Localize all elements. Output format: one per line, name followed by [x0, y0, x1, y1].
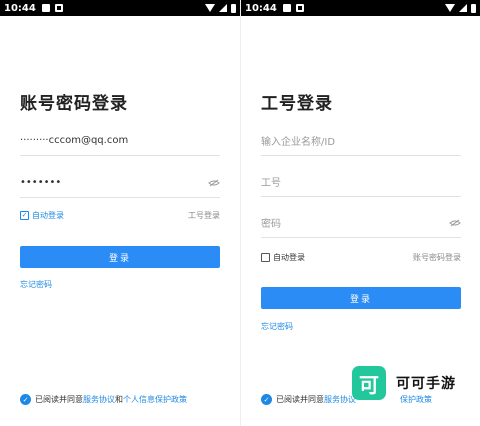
account-field[interactable]: ·········cccom@qq.com [20, 126, 220, 156]
page-title: 工号登录 [261, 94, 333, 114]
status-bar: 10:44 [0, 0, 240, 16]
agree-check-icon[interactable]: ✓ [20, 394, 31, 405]
notification-icon [282, 4, 291, 12]
auto-login-label: 自动登录 [32, 211, 64, 220]
page-title: 账号密码登录 [20, 94, 128, 114]
status-time: 10:44 [4, 2, 36, 14]
employee-login-screen: 10:44 工号登录 输入企业名称/ID 工号 密码 自动登录 账号密码登录 登… [240, 0, 480, 426]
company-placeholder: 输入企业名称/ID [261, 137, 336, 148]
auto-login-checkbox[interactable] [261, 253, 270, 262]
eye-off-icon[interactable] [208, 179, 220, 187]
eye-off-icon[interactable] [449, 219, 461, 227]
password-field[interactable]: 密码 [261, 208, 461, 238]
options-row: ✓ 自动登录 工号登录 [20, 210, 220, 221]
signal-icon [459, 4, 467, 12]
account-login-screen: 10:44 账号密码登录 ·········cccom@qq.com •••••… [0, 0, 240, 426]
forgot-password-link[interactable]: 忘记密码 [20, 279, 52, 290]
agree-check-icon[interactable]: ✓ [261, 394, 272, 405]
password-field[interactable]: ••••••• [20, 168, 220, 198]
agree-prefix: 已阅读并同意 [35, 395, 83, 404]
employee-id-field[interactable]: 工号 [261, 167, 461, 197]
notification-icon [41, 4, 50, 12]
employee-id-placeholder: 工号 [261, 178, 281, 189]
agree-and: 和 [115, 395, 123, 404]
agreement-row: ✓ 已阅读并同意 服务协议 和 个人信息保护政策 [20, 394, 187, 405]
service-agreement-link[interactable]: 服务协议 [83, 394, 115, 405]
employee-login-link[interactable]: 工号登录 [188, 210, 220, 221]
account-value: ·········cccom@qq.com [20, 135, 129, 146]
signal-icon [219, 4, 227, 12]
password-placeholder: 密码 [261, 219, 281, 230]
company-field[interactable]: 输入企业名称/ID [261, 126, 461, 156]
status-time: 10:44 [245, 2, 277, 14]
login-button[interactable]: 登录 [261, 287, 461, 309]
auto-login-label: 自动登录 [273, 253, 305, 262]
forgot-password-link[interactable]: 忘记密码 [261, 321, 293, 332]
battery-icon [471, 3, 476, 13]
password-value: ••••••• [20, 177, 62, 188]
wifi-icon [205, 4, 215, 12]
agree-prefix: 已阅读并同意 [276, 395, 324, 404]
auto-login-checkbox[interactable]: ✓ [20, 211, 29, 220]
status-bar: 10:44 [241, 0, 480, 16]
check-icon: ✓ [21, 211, 28, 219]
watermark-text: 可可手游 [396, 376, 456, 392]
privacy-policy-link[interactable]: 个人信息保护政策 [123, 394, 187, 405]
login-button[interactable]: 登录 [20, 246, 220, 268]
notification-icon [295, 4, 304, 12]
options-row: 自动登录 账号密码登录 [261, 252, 461, 263]
wifi-icon [445, 4, 455, 12]
notification-icon [54, 4, 63, 12]
battery-icon [231, 3, 236, 13]
watermark-logo: 可 [352, 366, 386, 400]
watermark: 可 可可手游 [352, 366, 456, 400]
account-login-link[interactable]: 账号密码登录 [413, 252, 461, 263]
